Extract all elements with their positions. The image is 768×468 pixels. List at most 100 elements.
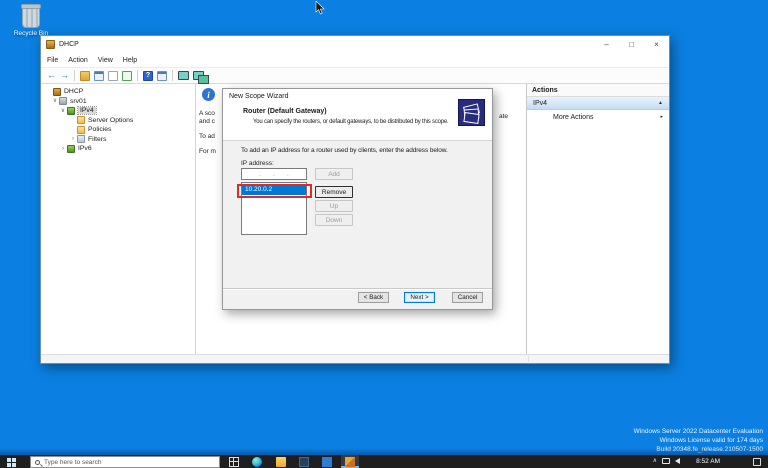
tree-item-label-selected: IPv4 <box>77 106 97 116</box>
tree-item-server-options[interactable]: Server Options <box>41 116 195 126</box>
show-window-icon[interactable] <box>157 70 167 81</box>
filters-icon <box>77 135 85 144</box>
pane-text-fragment: and c <box>199 118 215 125</box>
task-view-icon[interactable] <box>229 457 239 467</box>
display-statistics-icon[interactable] <box>178 71 189 80</box>
close-button[interactable]: × <box>644 36 669 53</box>
menu-help[interactable]: Help <box>123 57 137 64</box>
tree-item-label: Policies <box>88 126 112 134</box>
tree-item-policies[interactable]: Policies <box>41 125 195 135</box>
taskbar: Type here to search ∧ 8:52 AM <box>0 455 768 468</box>
taskbar-shadow <box>0 448 768 455</box>
search-placeholder-text: Type here to search <box>44 458 102 466</box>
pane-text-fragment: For m <box>199 148 216 155</box>
watermark-line: Windows License valid for 174 days <box>659 437 763 444</box>
pane-text-fragment: A sco <box>199 110 215 117</box>
edge-browser-icon[interactable] <box>252 457 262 467</box>
search-icon <box>35 459 40 465</box>
remove-button[interactable]: Remove <box>315 186 353 198</box>
menu-file[interactable]: File <box>47 57 58 64</box>
router-list-item-selected[interactable]: 10.20.0.2 <box>242 185 306 195</box>
mouse-cursor <box>315 0 325 20</box>
more-actions-row[interactable]: More Actions ▸ <box>527 110 669 124</box>
watermark-line: Windows Server 2022 Datacenter Evaluatio… <box>633 428 763 435</box>
wizard-titlebar[interactable]: New Scope Wizard <box>223 89 492 104</box>
minimize-button[interactable]: – <box>594 36 619 53</box>
recycle-bin-shortcut[interactable]: Recycle Bin <box>6 4 56 37</box>
server-icon <box>59 97 67 106</box>
tray-chevron-icon[interactable]: ∧ <box>653 457 657 464</box>
scope-wizard-folders-icon <box>458 99 485 126</box>
down-button[interactable]: Down <box>315 214 353 226</box>
ipv4-icon <box>67 106 75 115</box>
status-bar <box>41 354 669 363</box>
server-options-icon <box>77 116 85 125</box>
ip-address-label: IP address: <box>241 160 274 167</box>
actions-ipv4-row[interactable]: IPv4 ▲ <box>527 97 669 110</box>
tree-item-srv01[interactable]: ∨ srv01 <box>41 97 195 107</box>
server-manager-icon[interactable] <box>299 457 309 467</box>
chevron-expanded-icon[interactable]: ∨ <box>51 98 59 104</box>
window-titlebar[interactable]: DHCP – □ × <box>41 36 669 53</box>
tree-item-ipv4[interactable]: ∨ IPv4 <box>41 106 195 116</box>
tree-item-dhcp-root[interactable]: DHCP <box>41 87 195 97</box>
recycle-bin-icon <box>21 4 41 28</box>
pinned-app-icon[interactable] <box>322 457 332 467</box>
wizard-header: Router (Default Gateway) You can specify… <box>223 104 492 141</box>
properties-icon[interactable] <box>108 70 118 81</box>
console-pane-icon[interactable] <box>94 70 104 81</box>
menu-view[interactable]: View <box>98 57 113 64</box>
volume-tray-icon[interactable] <box>675 457 680 464</box>
chevron-collapsed-icon[interactable]: › <box>59 146 67 152</box>
refresh-icon[interactable] <box>122 70 132 81</box>
maximize-button[interactable]: □ <box>619 36 644 53</box>
tree-item-label: Server Options <box>88 116 134 124</box>
policies-icon <box>77 125 85 134</box>
dhcp-app-icon <box>46 40 55 49</box>
back-button[interactable]: < Back <box>358 292 389 303</box>
notification-center-icon[interactable] <box>753 458 761 466</box>
router-list[interactable]: 10.20.0.2 <box>241 182 307 235</box>
file-explorer-icon[interactable] <box>276 457 286 467</box>
tree-item-filters[interactable]: › Filters <box>41 135 195 145</box>
tree-item-ipv6[interactable]: › IPv6 <box>41 144 195 154</box>
forward-icon[interactable]: → <box>60 71 69 80</box>
chevron-collapsed-icon[interactable]: › <box>69 136 77 142</box>
wizard-footer-divider <box>223 288 492 289</box>
add-button[interactable]: Add <box>315 168 353 180</box>
tree-item-label: IPv6 <box>78 145 92 153</box>
more-actions-label: More Actions <box>553 113 594 121</box>
active-app-icon[interactable] <box>345 457 355 467</box>
new-scope-wizard-dialog: New Scope Wizard Router (Default Gateway… <box>222 88 493 310</box>
collapse-icon[interactable]: ▲ <box>658 100 663 106</box>
help-icon[interactable]: ? <box>143 70 153 81</box>
tree-item-label: srv01 <box>70 97 87 105</box>
start-button-icon[interactable] <box>7 458 16 467</box>
export-list-icon[interactable] <box>80 70 90 81</box>
ip-address-input[interactable]: . . . <box>241 168 307 180</box>
wizard-description: You can specify the routers, or default … <box>253 119 449 125</box>
actions-ipv4-label: IPv4 <box>533 99 548 107</box>
up-button[interactable]: Up <box>315 200 353 212</box>
tree-item-label: Filters <box>88 135 107 143</box>
console-tree-pane: DHCP ∨ srv01 ∨ IPv4 Server Options Polic… <box>41 84 196 354</box>
pane-text-fragment: ate <box>499 113 509 120</box>
wizard-heading: Router (Default Gateway) <box>243 108 327 115</box>
toolbar: ← → ? <box>41 67 669 84</box>
taskbar-search-box[interactable]: Type here to search <box>30 456 220 468</box>
actions-pane: Actions IPv4 ▲ More Actions ▸ <box>526 84 669 354</box>
network-tray-icon[interactable] <box>662 457 670 464</box>
ipv6-icon <box>67 144 75 153</box>
back-icon[interactable]: ← <box>47 71 56 80</box>
system-tray[interactable]: ∧ <box>653 457 680 464</box>
submenu-arrow-icon: ▸ <box>660 114 663 120</box>
next-button[interactable]: Next > <box>404 292 435 303</box>
actions-header: Actions <box>527 84 669 97</box>
cancel-button[interactable]: Cancel <box>452 292 483 303</box>
tree-item-label: DHCP <box>64 88 84 96</box>
dual-display-icon[interactable] <box>193 71 209 84</box>
taskbar-clock[interactable]: 8:52 AM <box>696 458 720 465</box>
menu-action[interactable]: Action <box>68 57 87 64</box>
window-title: DHCP <box>59 41 79 48</box>
chevron-expanded-icon[interactable]: ∨ <box>59 108 67 114</box>
